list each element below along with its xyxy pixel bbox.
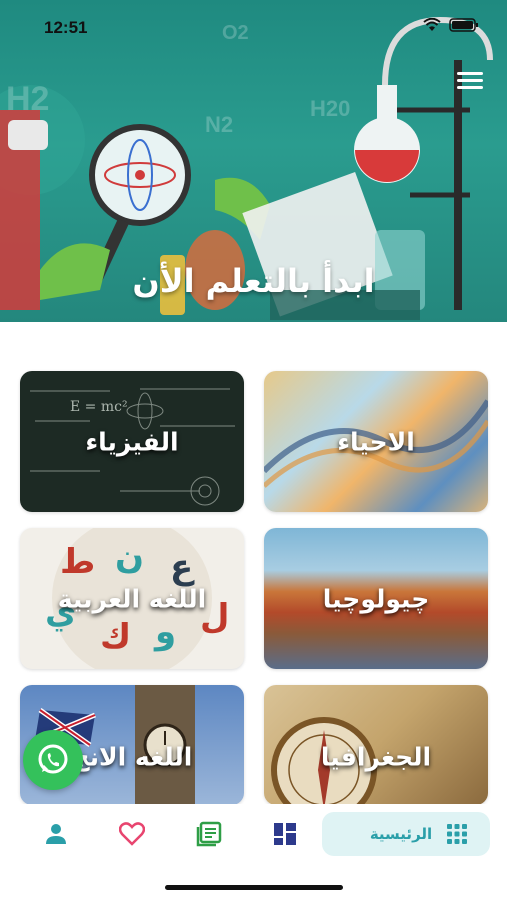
battery-icon bbox=[449, 18, 478, 32]
nav-home[interactable]: الرئيسية bbox=[322, 812, 490, 856]
subject-label-geography: الجغرافيا bbox=[320, 742, 432, 772]
home-indicator bbox=[165, 885, 343, 890]
formula-h20: H20 bbox=[310, 96, 351, 121]
whatsapp-button[interactable] bbox=[23, 730, 83, 790]
nav-home-label: الرئيسية bbox=[369, 825, 433, 843]
grid-icon bbox=[447, 824, 467, 844]
subject-label-geology: چيولوچيا bbox=[322, 584, 430, 613]
dashboard-icon bbox=[274, 823, 296, 845]
svg-text:ط: ط bbox=[60, 542, 95, 582]
nav-profile[interactable] bbox=[41, 812, 71, 856]
hero-banner: O2 N2 H20 H2 12:51 ابدأ بالتعلم الأن bbox=[0, 0, 507, 322]
formula-n2: N2 bbox=[205, 112, 234, 137]
bottom-nav: الرئيسية bbox=[0, 804, 507, 864]
subject-card-physics[interactable]: E = mc² الفيزياء bbox=[20, 371, 244, 512]
subject-card-geology[interactable]: چيولوچيا bbox=[264, 528, 488, 669]
status-bar: 12:51 bbox=[0, 0, 507, 50]
status-time: 12:51 bbox=[44, 18, 88, 37]
favorites-icon bbox=[119, 822, 145, 846]
whatsapp-icon bbox=[38, 744, 68, 774]
physics-formula: E = mc² bbox=[70, 399, 128, 415]
profile-icon bbox=[46, 824, 66, 844]
subject-card-biology[interactable]: الاحياء bbox=[264, 371, 488, 512]
svg-text:ن: ن bbox=[115, 537, 144, 577]
hero-title: ابدأ بالتعلم الأن bbox=[132, 262, 375, 300]
svg-text:و: و bbox=[153, 612, 176, 652]
courses-icon bbox=[196, 821, 222, 847]
subject-card-arabic[interactable]: طن عي كو ل اللغه العربية bbox=[20, 528, 244, 669]
subject-card-geography[interactable]: الجغرافيا bbox=[264, 685, 488, 805]
nav-courses[interactable] bbox=[194, 812, 224, 856]
menu-icon[interactable] bbox=[457, 72, 483, 90]
formula-h2: H2 bbox=[6, 80, 50, 118]
subject-label-biology: الاحياء bbox=[337, 427, 415, 456]
status-icons bbox=[423, 18, 479, 32]
subject-label-arabic: اللغه العربية bbox=[57, 584, 207, 613]
wifi-icon bbox=[423, 18, 441, 31]
nav-dashboard[interactable] bbox=[270, 812, 300, 856]
nav-favorites[interactable] bbox=[117, 812, 147, 856]
svg-text:ع: ع bbox=[170, 547, 195, 587]
subject-label-physics: الفيزياء bbox=[85, 427, 179, 456]
svg-text:ك: ك bbox=[100, 617, 131, 657]
